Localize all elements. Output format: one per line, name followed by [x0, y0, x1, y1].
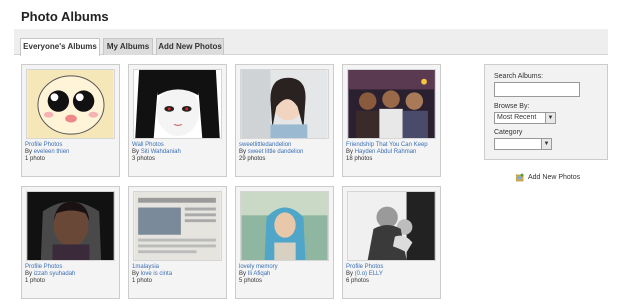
photo-count: 29 photos [239, 156, 266, 162]
photo-count: 18 photos [346, 156, 373, 162]
album-title-link[interactable]: Wall Photos [132, 142, 164, 148]
album-title-link[interactable]: Profile Photos [25, 264, 62, 270]
album-author-link[interactable]: Siti Wahdaniah [141, 149, 181, 155]
album-card: Profile Photos By (0.o) ELLY 6 photos [342, 186, 441, 299]
category-select[interactable]: ▼ [494, 138, 552, 150]
chevron-down-icon: ▼ [541, 139, 551, 149]
anime-girl-image [134, 70, 221, 138]
photo-count: 1 photo [25, 278, 46, 284]
album-card: Profile Photos By izzah syuhadah 1 photo [21, 186, 120, 299]
album-title-link[interactable]: Friendship That You Can Keep [346, 142, 428, 148]
by-label: By [25, 271, 33, 277]
add-photo-icon [516, 173, 524, 182]
album-title-link[interactable]: Profile Photos [25, 142, 62, 148]
by-label: By [25, 149, 33, 155]
album-thumbnail[interactable] [26, 69, 115, 139]
search-albums-label: Search Albums: [494, 73, 544, 80]
cartoon-face-image [27, 70, 114, 138]
album-filter-panel: Search Albums: Browse By: Most Recent ▼ … [484, 64, 608, 160]
album-card: Profile Photos By eveleen thien 1 photo [21, 64, 120, 177]
album-card: 1malaysia By love is cinta 1 photo [128, 186, 227, 299]
by-label: By [132, 149, 140, 155]
album-card: Wall Photos By Siti Wahdaniah 3 photos [128, 64, 227, 177]
by-label: By [132, 271, 140, 277]
album-thumbnail[interactable] [26, 191, 115, 261]
album-author-link[interactable]: eveleen thien [34, 149, 70, 155]
album-author-link[interactable]: izzah syuhadah [34, 271, 76, 277]
photo-count: 3 photos [132, 156, 156, 162]
photo-count: 1 photo [25, 156, 46, 162]
album-author-link[interactable]: love is cinta [141, 271, 172, 277]
album-author-link[interactable]: Ili Afiqah [248, 271, 271, 277]
add-new-photos-label: Add New Photos [528, 174, 581, 181]
album-card: sweetlittledandelion By sweet little dan… [235, 64, 334, 177]
album-thumbnail[interactable] [133, 191, 222, 261]
album-title-link[interactable]: Profile Photos [346, 264, 383, 270]
album-title-link[interactable]: sweetlittledandelion [239, 142, 291, 148]
browse-by-value: Most Recent [497, 114, 537, 121]
album-thumbnail[interactable] [347, 69, 436, 139]
album-author-link[interactable]: (0.o) ELLY [355, 271, 383, 277]
by-label: By [346, 271, 354, 277]
girl-portrait-image [241, 70, 328, 138]
photo-count: 1 photo [132, 278, 153, 284]
album-title-link[interactable]: 1malaysia [132, 264, 159, 270]
album-title-link[interactable]: lovely memory [239, 264, 278, 270]
newspaper-image [134, 192, 221, 260]
browse-by-label: Browse By: [494, 103, 530, 110]
person-photo-image [27, 192, 114, 260]
photo-count: 6 photos [346, 278, 370, 284]
bw-photo-image [348, 192, 435, 260]
group-photo-image [348, 70, 435, 138]
album-author-link[interactable]: sweet little dandelion [248, 149, 304, 155]
tab-my-albums[interactable]: My Albums [103, 38, 153, 55]
search-albums-input[interactable] [494, 82, 580, 97]
chevron-down-icon: ▼ [545, 113, 555, 123]
by-label: By [239, 271, 247, 277]
album-thumbnail[interactable] [133, 69, 222, 139]
hijab-girl-image [241, 192, 328, 260]
album-card: lovely memory By Ili Afiqah 5 photos [235, 186, 334, 299]
album-thumbnail[interactable] [240, 191, 329, 261]
category-label: Category [494, 129, 523, 136]
album-thumbnail[interactable] [240, 69, 329, 139]
browse-by-select[interactable]: Most Recent ▼ [494, 112, 556, 124]
album-author-link[interactable]: Hayden Abdul Rahman [355, 149, 417, 155]
tab-everyones-albums[interactable]: Everyone's Albums [20, 38, 100, 56]
album-card: Friendship That You Can Keep By Hayden A… [342, 64, 441, 177]
by-label: By [346, 149, 354, 155]
photo-count: 5 photos [239, 278, 263, 284]
album-thumbnail[interactable] [347, 191, 436, 261]
tab-bar: Everyone's Albums My Albums Add New Phot… [14, 29, 608, 56]
page-title: Photo Albums [21, 9, 109, 24]
tab-add-new-photos[interactable]: Add New Photos [156, 38, 224, 55]
by-label: By [239, 149, 247, 155]
